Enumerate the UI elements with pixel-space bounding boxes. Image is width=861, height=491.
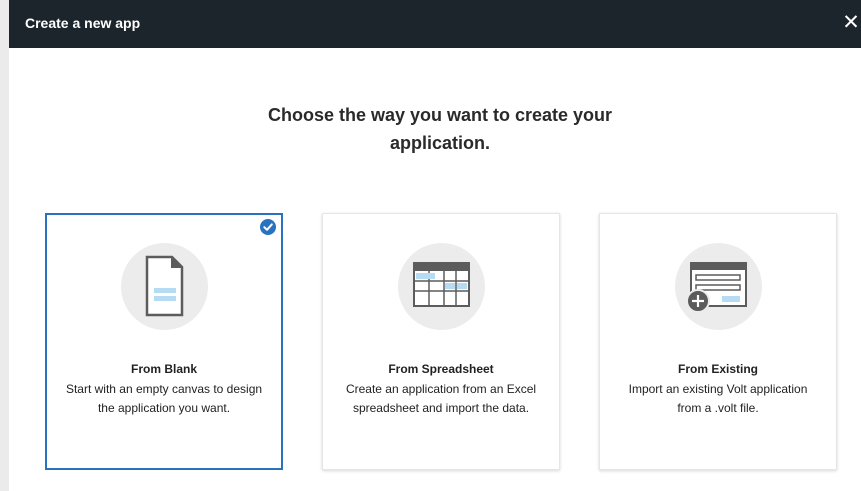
blank-document-icon [121, 243, 208, 330]
option-title: From Existing [677, 362, 758, 376]
import-form-icon [675, 243, 762, 330]
page-heading: Choose the way you want to create your a… [240, 101, 640, 157]
option-title: From Blank [130, 362, 197, 376]
background-strip [0, 0, 9, 491]
option-description: Create an application from an Excel spre… [345, 382, 537, 415]
option-description: Start with an empty canvas to design the… [65, 382, 263, 415]
option-card-from-blank[interactable]: From Blank Start with an empty canvas to… [45, 213, 283, 470]
option-title: From Spreadsheet [388, 362, 494, 376]
spreadsheet-icon [398, 243, 485, 330]
option-description: Import an existing Volt application from… [628, 382, 808, 415]
heading-line-2: application. [389, 133, 490, 153]
heading-line-1: Choose the way you want to create your [267, 105, 613, 125]
close-button[interactable]: ✕ [841, 10, 861, 36]
option-card-from-existing[interactable]: From Existing Import an existing Volt ap… [599, 213, 837, 470]
dialog-title: Create a new app [25, 15, 141, 31]
option-card-from-spreadsheet[interactable]: From Spreadsheet Create an application f… [322, 213, 560, 470]
selected-check-icon [260, 219, 276, 235]
dialog-header: Create a new app ✕ [9, 0, 861, 48]
